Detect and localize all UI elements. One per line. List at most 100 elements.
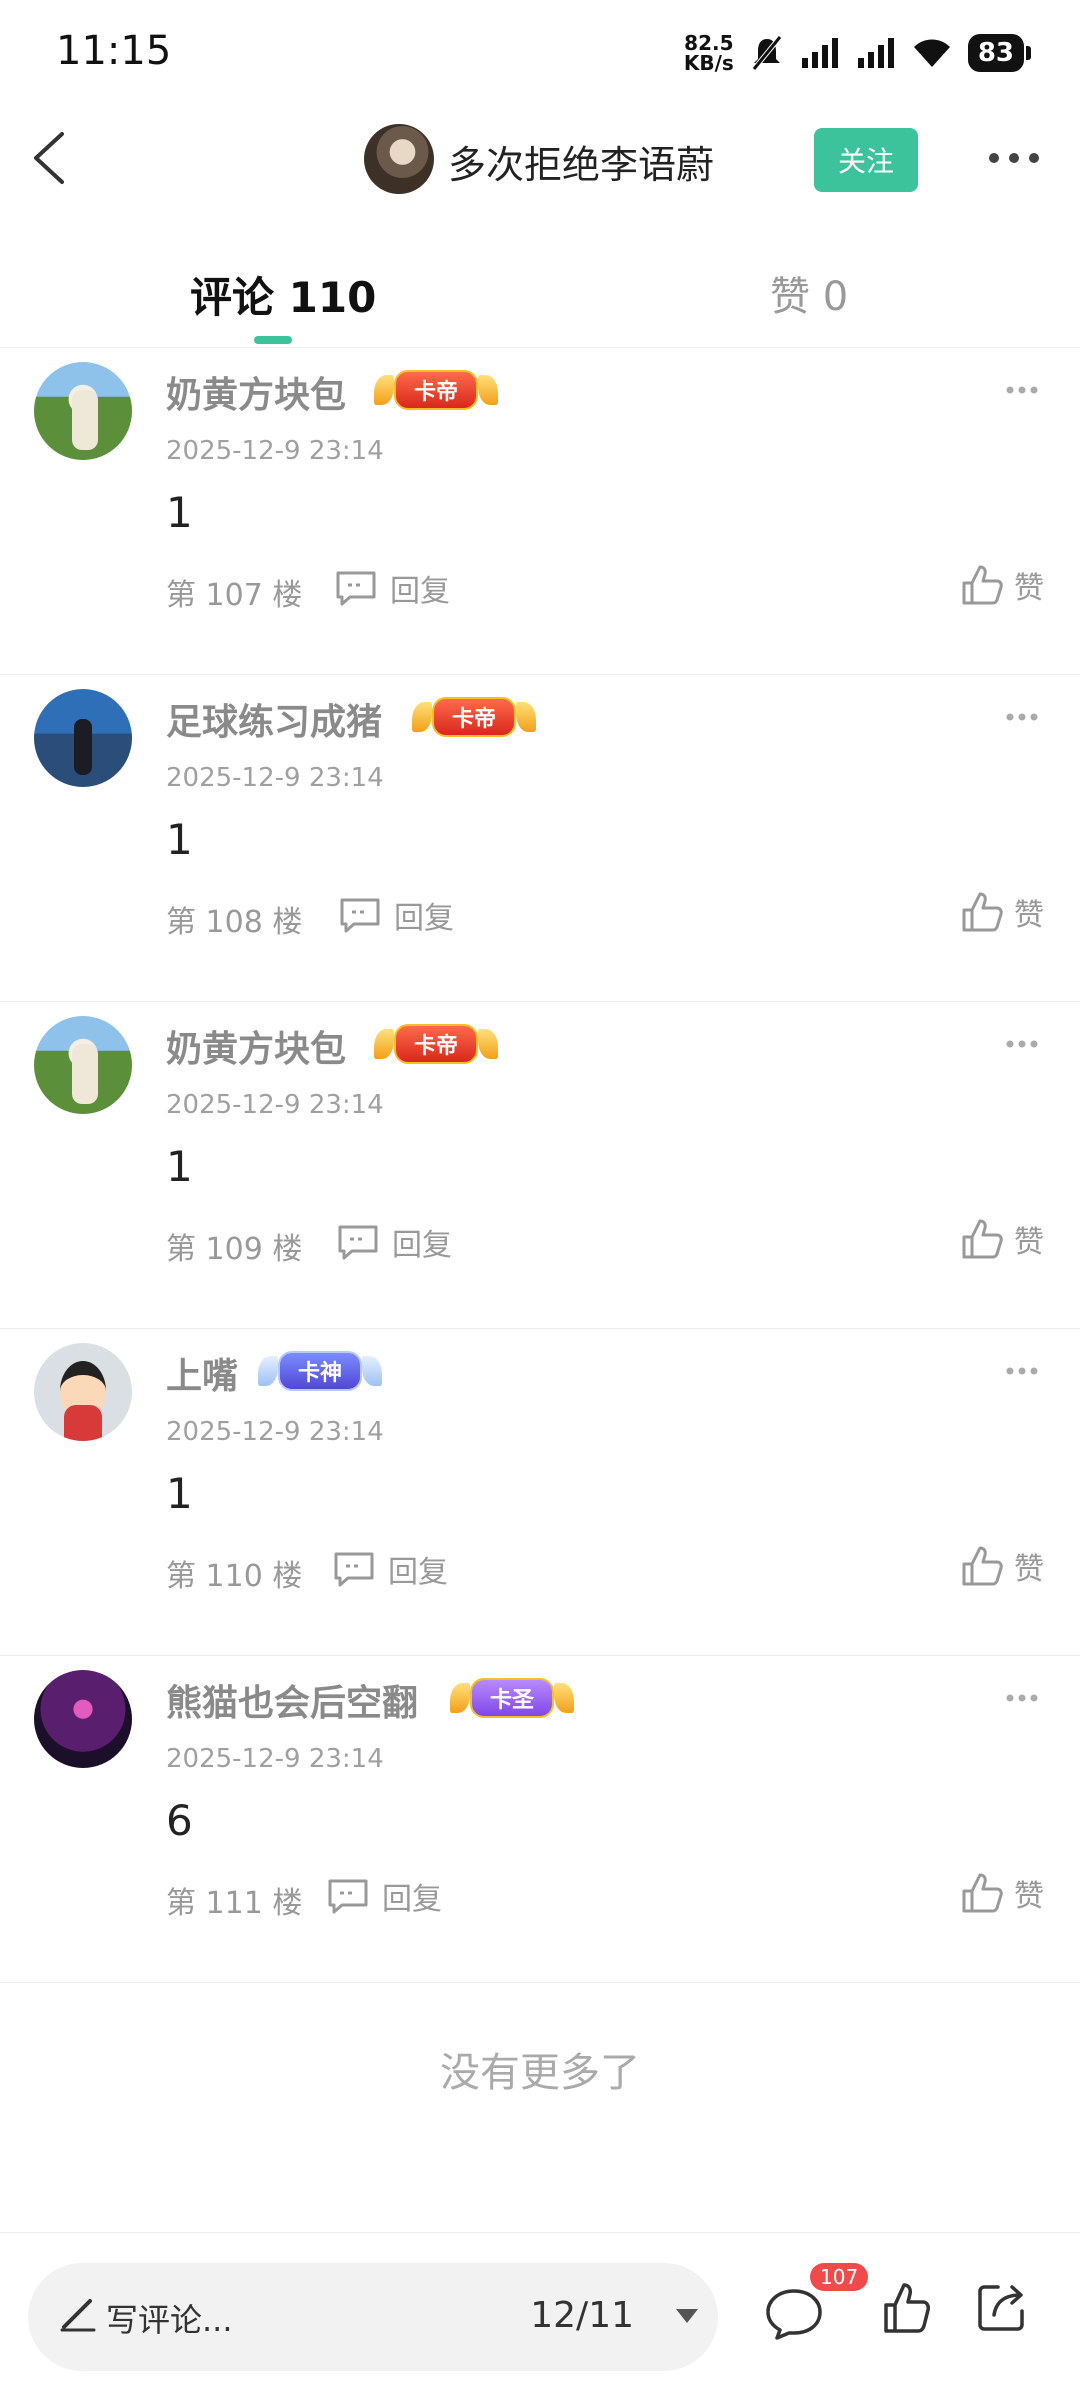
avatar[interactable] [34, 1016, 132, 1114]
comment-text: 1 [166, 1469, 193, 1518]
comment-item: 奶黄方块包 卡帝 2025-12-9 23:14 1 第 109 楼 回复 赞 [0, 1002, 1080, 1329]
badge-wing-icon [516, 702, 537, 732]
reply-label: 回复 [392, 1228, 452, 1263]
comment-text: 1 [166, 1142, 193, 1191]
comment-item: 熊猫也会后空翻 卡圣 2025-12-9 23:14 6 第 111 楼 回复 … [0, 1656, 1080, 1983]
badge-wing-icon [374, 1029, 394, 1059]
page-indicator[interactable]: 12/11 [530, 2295, 634, 2336]
avatar[interactable] [34, 362, 132, 460]
follow-button[interactable]: 关注 [814, 128, 918, 192]
level-badge: 卡神 [258, 1351, 383, 1391]
comment-timestamp: 2025-12-9 23:14 [166, 1417, 384, 1447]
comment-username[interactable]: 足球练习成猪 [166, 693, 382, 745]
share-icon[interactable] [976, 2281, 1028, 2333]
signal-icon [857, 38, 894, 68]
badge-wing-icon [554, 1683, 575, 1713]
reply-button[interactable]: 回复 [334, 566, 450, 610]
badge-wing-icon [450, 1683, 470, 1713]
comment-item: 足球练习成猪 卡帝 2025-12-9 23:14 1 第 108 楼 回复 赞 [0, 675, 1080, 1002]
reply-label: 回复 [388, 1555, 448, 1590]
comment-text: 1 [166, 815, 193, 864]
signal-icon [801, 38, 838, 68]
comment-more-icon[interactable] [1004, 711, 1040, 723]
like-label: 赞 [1014, 898, 1044, 933]
reply-icon [334, 1552, 374, 1587]
reply-button[interactable]: 回复 [338, 893, 454, 937]
dropdown-triangle-icon[interactable] [674, 2307, 700, 2325]
comment-username[interactable]: 奶黄方块包 [166, 366, 346, 418]
like-button[interactable]: 赞 [960, 1543, 1044, 1589]
comment-username[interactable]: 熊猫也会后空翻 [166, 1674, 418, 1726]
reply-button[interactable]: 回复 [332, 1547, 448, 1591]
bottom-bar: 写评论... 12/11 107 [0, 2232, 1080, 2400]
floor-number: 第 111 楼 [166, 1886, 303, 1921]
wifi-icon [913, 39, 950, 67]
badge-wing-icon [374, 375, 394, 405]
badge-label: 卡圣 [470, 1678, 555, 1718]
comment-username[interactable]: 奶黄方块包 [166, 1020, 346, 1072]
like-label: 赞 [1014, 1552, 1044, 1587]
write-comment-input[interactable]: 写评论... 12/11 [28, 2263, 718, 2371]
badge-wing-icon [412, 702, 432, 732]
comment-icon[interactable] [764, 2287, 824, 2341]
author-name[interactable]: 多次拒绝李语蔚 [448, 134, 714, 189]
comment-text: 1 [166, 488, 193, 537]
header: 多次拒绝李语蔚 关注 [0, 100, 1080, 220]
like-button[interactable]: 赞 [960, 1870, 1044, 1916]
badge-wing-icon [478, 1029, 499, 1059]
floor-number: 第 109 楼 [166, 1232, 303, 1267]
thumbs-up-icon [962, 1546, 1003, 1586]
comment-item: 奶黄方块包 卡帝 2025-12-9 23:14 1 第 107 楼 回复 赞 [0, 348, 1080, 675]
net-speed: 82.5 KB/s [683, 31, 734, 75]
reply-icon [338, 1225, 378, 1260]
tab-likes[interactable]: 赞 0 [770, 264, 848, 322]
avatar[interactable] [34, 689, 132, 787]
thumbs-up-icon [962, 1873, 1003, 1913]
comment-timestamp: 2025-12-9 23:14 [166, 436, 384, 466]
level-badge: 卡圣 [450, 1678, 575, 1718]
like-button[interactable]: 赞 [960, 562, 1044, 608]
level-badge: 卡帝 [374, 370, 499, 410]
thumbs-up-icon [962, 892, 1003, 932]
comment-username[interactable]: 上嘴 [166, 1347, 238, 1399]
comment-timestamp: 2025-12-9 23:14 [166, 1744, 384, 1774]
badge-label: 卡帝 [394, 370, 479, 410]
status-bar: 11:15 82.5 KB/s 83 [0, 0, 1080, 100]
like-button[interactable]: 赞 [960, 889, 1044, 935]
tab-bar: 评论 110 赞 0 [0, 230, 1080, 348]
comment-more-icon[interactable] [1004, 1038, 1040, 1050]
battery-icon: 83 [967, 34, 1032, 72]
write-comment-placeholder: 写评论... [106, 2301, 233, 2339]
pen-icon [60, 2299, 96, 2332]
like-label: 赞 [1014, 571, 1044, 606]
badge-wing-icon [478, 375, 499, 405]
like-label: 赞 [1014, 1225, 1044, 1260]
badge-wing-icon [258, 1356, 278, 1386]
more-icon[interactable] [986, 148, 1042, 168]
comment-more-icon[interactable] [1004, 1365, 1040, 1377]
level-badge: 卡帝 [374, 1024, 499, 1064]
comment-more-icon[interactable] [1004, 384, 1040, 396]
reply-icon [336, 571, 376, 606]
avatar[interactable] [34, 1670, 132, 1768]
reply-button[interactable]: 回复 [326, 1874, 442, 1918]
status-icons: 82.5 KB/s 83 [683, 30, 1032, 76]
comment-list: 奶黄方块包 卡帝 2025-12-9 23:14 1 第 107 楼 回复 赞 [0, 348, 1080, 1983]
avatar[interactable] [34, 1343, 132, 1441]
mute-bell-icon [751, 35, 782, 71]
comment-more-icon[interactable] [1004, 1692, 1040, 1704]
thumbs-up-icon [962, 1219, 1003, 1259]
status-time: 11:15 [56, 28, 172, 74]
badge-label: 卡神 [278, 1351, 363, 1391]
like-button[interactable]: 赞 [960, 1216, 1044, 1262]
reply-icon [328, 1879, 368, 1914]
tab-comments[interactable]: 评论 110 [190, 264, 376, 325]
reply-label: 回复 [382, 1882, 442, 1917]
back-icon[interactable] [22, 128, 82, 188]
tab-indicator [254, 336, 292, 344]
like-label: 赞 [1014, 1879, 1044, 1914]
author-avatar[interactable] [364, 124, 434, 194]
reply-button[interactable]: 回复 [336, 1220, 452, 1264]
thumbs-up-icon[interactable] [882, 2281, 930, 2335]
reply-icon [340, 898, 380, 933]
